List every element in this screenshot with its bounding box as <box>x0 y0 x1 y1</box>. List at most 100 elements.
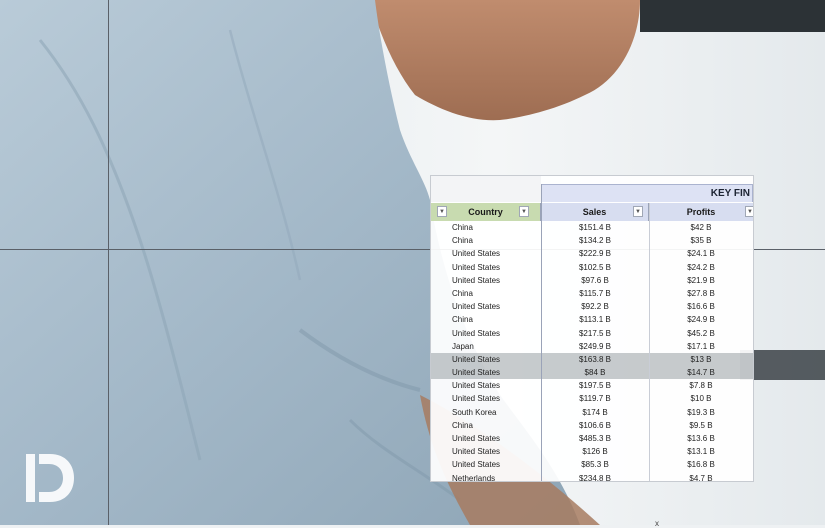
profits-cell[interactable]: $13.6 B <box>649 432 753 445</box>
country-cell[interactable]: China <box>452 221 473 234</box>
sales-cell[interactable]: $217.5 B <box>541 327 649 340</box>
sales-cell[interactable]: $151.4 B <box>541 221 649 234</box>
sales-cell[interactable]: $102.5 B <box>541 261 649 274</box>
country-cell[interactable]: United States <box>452 300 500 313</box>
table-row[interactable]: South Korea $174 B $19.3 B <box>431 406 753 419</box>
cursor-icon: x <box>655 519 659 528</box>
sales-cell[interactable]: $85.3 B <box>541 458 649 471</box>
sales-cell[interactable]: $84 B <box>541 366 649 379</box>
sales-cell[interactable]: $197.5 B <box>541 379 649 392</box>
country-cell[interactable]: United States <box>452 261 500 274</box>
profits-cell[interactable]: $45.2 B <box>649 327 753 340</box>
country-cell[interactable]: China <box>452 313 473 326</box>
table-row[interactable]: China $115.7 B $27.8 B <box>431 287 753 300</box>
table-row[interactable]: United States $97.6 B $21.9 B <box>431 274 753 287</box>
country-cell[interactable]: United States <box>452 366 500 379</box>
profits-cell[interactable]: $27.8 B <box>649 287 753 300</box>
table-row[interactable]: United States $217.5 B $45.2 B <box>431 327 753 340</box>
table-row[interactable]: United States $85.3 B $16.8 B <box>431 458 753 471</box>
sales-cell[interactable]: $115.7 B <box>541 287 649 300</box>
table-row[interactable]: United States $102.5 B $24.2 B <box>431 261 753 274</box>
table-row[interactable]: Japan $249.9 B $17.1 B <box>431 340 753 353</box>
sales-filter-button[interactable]: ▼ <box>633 206 643 217</box>
profits-header-label: Profits <box>686 207 716 217</box>
sheet-corner <box>431 176 541 202</box>
profits-cell[interactable]: $14.7 B <box>649 366 753 379</box>
table-row[interactable]: China $134.2 B $35 B <box>431 234 753 247</box>
profits-cell[interactable]: $35 B <box>649 234 753 247</box>
profits-cell[interactable]: $7.8 B <box>649 379 753 392</box>
country-cell[interactable]: South Korea <box>452 406 496 419</box>
profits-cell[interactable]: $13 B <box>649 353 753 366</box>
profits-cell[interactable]: $10 B <box>649 392 753 405</box>
profits-cell[interactable]: $13.1 B <box>649 445 753 458</box>
country-header-label: Country <box>468 207 503 217</box>
country-cell[interactable]: United States <box>452 432 500 445</box>
profits-cell[interactable]: $16.8 B <box>649 458 753 471</box>
profits-cell[interactable]: $17.1 B <box>649 340 753 353</box>
sales-column-header[interactable]: Sales ▼ <box>541 203 649 221</box>
table-row[interactable]: United States $92.2 B $16.6 B <box>431 300 753 313</box>
table-row[interactable]: United States $126 B $13.1 B <box>431 445 753 458</box>
sales-cell[interactable]: $126 B <box>541 445 649 458</box>
table-row[interactable]: United States $485.3 B $13.6 B <box>431 432 753 445</box>
country-cell[interactable]: Japan <box>452 340 474 353</box>
column-divider <box>541 184 542 481</box>
table-row[interactable]: United States $119.7 B $10 B <box>431 392 753 405</box>
sales-cell[interactable]: $106.6 B <box>541 419 649 432</box>
profits-cell[interactable]: $9.5 B <box>649 419 753 432</box>
sales-cell[interactable]: $113.1 B <box>541 313 649 326</box>
table-row[interactable]: United States $163.8 B $13 B <box>431 352 753 367</box>
financial-spreadsheet: KEY FIN ▼ Country ▼ Sales ▼ Profits ▼ Ch… <box>430 175 754 482</box>
country-cell[interactable]: United States <box>452 392 500 405</box>
sales-cell[interactable]: $97.6 B <box>541 274 649 287</box>
data-rows: China $151.4 B $42 B China $134.2 B $35 B Unit… <box>431 221 753 481</box>
profits-cell[interactable]: $42 B <box>649 221 753 234</box>
country-cell[interactable]: Netherlands <box>452 472 495 481</box>
d-logo-icon <box>24 452 76 509</box>
country-cell[interactable]: United States <box>452 327 500 340</box>
table-row[interactable]: United States $84 B $14.7 B <box>431 366 753 380</box>
table-row[interactable]: China $106.6 B $9.5 B <box>431 419 753 432</box>
table-header-row: ▼ Country ▼ Sales ▼ Profits ▼ <box>431 203 753 221</box>
country-filter-button[interactable]: ▼ <box>519 206 529 217</box>
key-financials-banner: KEY FIN <box>541 184 753 202</box>
country-cell[interactable]: United States <box>452 353 500 366</box>
country-cell[interactable]: United States <box>452 458 500 471</box>
profits-cell[interactable]: $21.9 B <box>649 274 753 287</box>
profits-filter-button[interactable]: ▼ <box>745 206 753 217</box>
sales-cell[interactable]: $163.8 B <box>541 353 649 366</box>
profits-cell[interactable]: $19.3 B <box>649 406 753 419</box>
country-cell[interactable]: United States <box>452 274 500 287</box>
sales-cell[interactable]: $249.9 B <box>541 340 649 353</box>
column-divider <box>649 203 650 481</box>
country-cell[interactable]: China <box>452 234 473 247</box>
country-cell[interactable]: United States <box>452 379 500 392</box>
table-row[interactable]: United States $222.9 B $24.1 B <box>431 247 753 260</box>
sales-cell[interactable]: $485.3 B <box>541 432 649 445</box>
profits-cell[interactable]: $4.7 B <box>649 472 753 481</box>
sales-cell[interactable]: $92.2 B <box>541 300 649 313</box>
table-row[interactable]: China $113.1 B $24.9 B <box>431 313 753 326</box>
country-cell[interactable]: China <box>452 419 473 432</box>
profits-cell[interactable]: $16.6 B <box>649 300 753 313</box>
vertical-guide-line <box>108 0 109 525</box>
table-row[interactable]: Netherlands $234.8 B $4.7 B <box>431 472 753 481</box>
filter-dropdown-icon[interactable]: ▼ <box>437 206 447 217</box>
country-cell[interactable]: United States <box>452 247 500 260</box>
profits-column-header[interactable]: Profits ▼ <box>649 203 753 221</box>
country-column-header[interactable]: ▼ Country ▼ <box>431 203 541 221</box>
sales-cell[interactable]: $222.9 B <box>541 247 649 260</box>
country-cell[interactable]: China <box>452 287 473 300</box>
table-row[interactable]: China $151.4 B $42 B <box>431 221 753 234</box>
sales-cell[interactable]: $234.8 B <box>541 472 649 481</box>
sales-cell[interactable]: $134.2 B <box>541 234 649 247</box>
sales-cell[interactable]: $174 B <box>541 406 649 419</box>
table-row[interactable]: United States $197.5 B $7.8 B <box>431 379 753 392</box>
country-cell[interactable]: United States <box>452 445 500 458</box>
profits-cell[interactable]: $24.2 B <box>649 261 753 274</box>
sales-cell[interactable]: $119.7 B <box>541 392 649 405</box>
sales-header-label: Sales <box>582 207 607 217</box>
profits-cell[interactable]: $24.9 B <box>649 313 753 326</box>
profits-cell[interactable]: $24.1 B <box>649 247 753 260</box>
